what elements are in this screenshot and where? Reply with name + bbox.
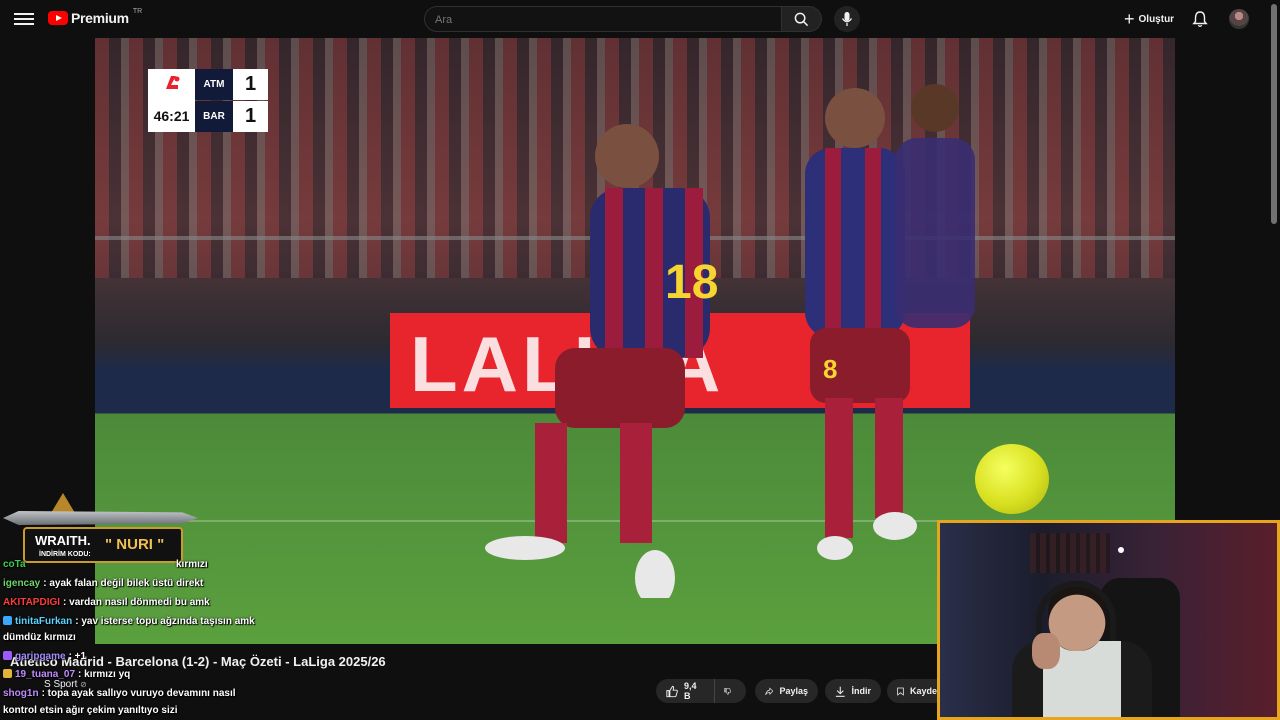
sponsor-brand: WRAITH. <box>35 533 91 548</box>
search-input[interactable] <box>425 7 781 33</box>
chat-user: shog1n <box>3 688 39 699</box>
share-icon <box>765 686 774 695</box>
chat-message: dümdüz kırmızı <box>3 632 76 643</box>
match-clock: 46:21 <box>148 100 195 132</box>
home-score: 1 <box>233 69 268 100</box>
voice-search-button[interactable] <box>834 6 860 32</box>
chat-message: coTa <box>3 559 29 570</box>
download-icon <box>835 686 845 697</box>
youtube-logo[interactable]: Premium TR <box>48 7 143 26</box>
menu-icon[interactable] <box>14 10 34 28</box>
sword-hilt <box>51 493 75 513</box>
discount-code-label: İNDİRİM KODU: <box>39 551 91 558</box>
chat-badge-icon <box>3 669 12 678</box>
chat-message: kırmızı <box>176 559 208 570</box>
players-graphic: 18 8 <box>485 84 975 598</box>
webcam-shelf <box>1030 533 1110 573</box>
chat-message: tinitaFurkan: yav isterse topu ağzında t… <box>3 616 255 627</box>
chat-badge-icon <box>3 616 12 625</box>
dislike-button[interactable] <box>714 679 746 703</box>
download-button[interactable]: İndir <box>825 679 881 703</box>
chat-user: 19_tuana_07 <box>15 669 76 680</box>
chat-text: : vardan nasıl dönmedi bu amk <box>63 597 210 608</box>
thumbs-up-icon <box>666 685 678 697</box>
chat-user: tinitaFurkan <box>15 616 73 627</box>
page-scrollbar[interactable] <box>1271 4 1277 224</box>
account-avatar[interactable] <box>1229 9 1249 29</box>
chat-user: AKITAPDIGI <box>3 597 61 608</box>
like-count: 9,4 B <box>684 681 697 701</box>
logo-text: Premium <box>71 10 129 26</box>
home-team: ATM <box>195 69 233 100</box>
top-bar: Premium TR + Oluştur <box>0 0 1280 38</box>
chat-text: kırmızı <box>176 559 208 570</box>
chat-user: coTa <box>3 559 26 570</box>
youtube-play-icon <box>48 11 68 25</box>
laliga-logo <box>148 69 195 100</box>
chat-text: kontrol etsin ağır çekim yanıltıyo sizi <box>3 705 178 716</box>
sword-graphic <box>3 511 198 525</box>
download-label: İndir <box>851 686 872 696</box>
chat-message: kontrol etsin ağır çekim yanıltıyo sizi <box>3 705 178 716</box>
notifications-bell-icon[interactable] <box>1192 10 1208 28</box>
share-button[interactable]: Paylaş <box>755 679 818 703</box>
streamer-hand <box>1032 633 1060 669</box>
chat-badge-icon <box>3 651 12 660</box>
create-button[interactable]: + Oluştur <box>1116 7 1182 31</box>
discount-code: " NURI " <box>105 536 165 553</box>
chat-text: : +1 <box>68 651 87 662</box>
away-team: BAR <box>195 101 233 132</box>
webcam-light <box>1118 547 1124 553</box>
save-label: Kayde <box>909 686 937 696</box>
chat-text: : ayak falan değil bilek üstü direkt <box>43 578 204 589</box>
chat-message: igencay: ayak falan değil bilek üstü dir… <box>3 578 203 589</box>
chat-message: garipgame: +1 <box>3 651 86 662</box>
share-label: Paylaş <box>779 686 808 696</box>
chat-message: AKITAPDIGI: vardan nasıl dönmedi bu amk <box>3 597 210 608</box>
chat-text: : yav isterse topu ağzında taşısın amk <box>75 616 255 627</box>
search-button[interactable] <box>782 6 822 32</box>
like-button[interactable]: 9,4 B <box>656 679 714 703</box>
scoreboard: 46:21 ATM BAR 1 1 <box>148 69 268 132</box>
svg-text:8: 8 <box>823 354 837 384</box>
chat-user: garipgame <box>15 651 66 662</box>
bookmark-icon <box>897 687 904 696</box>
search-icon <box>794 12 809 27</box>
away-score: 1 <box>233 101 268 132</box>
chat-message: shog1n: topa ayak sallıyo vuruyo devamın… <box>3 688 236 699</box>
svg-text:18: 18 <box>665 256 718 309</box>
plus-icon: + <box>1124 9 1135 29</box>
chat-user: igencay <box>3 578 41 589</box>
sponsor-box: WRAITH. İNDİRİM KODU: " NURI " <box>23 527 183 563</box>
chat-text: dümdüz kırmızı <box>3 632 76 643</box>
streamer-webcam <box>937 520 1280 720</box>
chat-message: 19_tuana_07: kırmızı yq <box>3 669 130 680</box>
sponsor-banner: WRAITH. İNDİRİM KODU: " NURI " <box>3 493 198 573</box>
create-label: Oluştur <box>1138 13 1175 25</box>
search-box <box>424 6 782 33</box>
logo-region: TR <box>132 7 143 15</box>
chat-text: : topa ayak sallıyo vuruyo devamını nası… <box>41 688 236 699</box>
football <box>975 444 1049 514</box>
microphone-icon <box>841 12 853 26</box>
thumbs-down-icon <box>724 687 731 695</box>
laliga-icon <box>166 76 180 89</box>
chat-text: : kırmızı yq <box>78 669 131 680</box>
